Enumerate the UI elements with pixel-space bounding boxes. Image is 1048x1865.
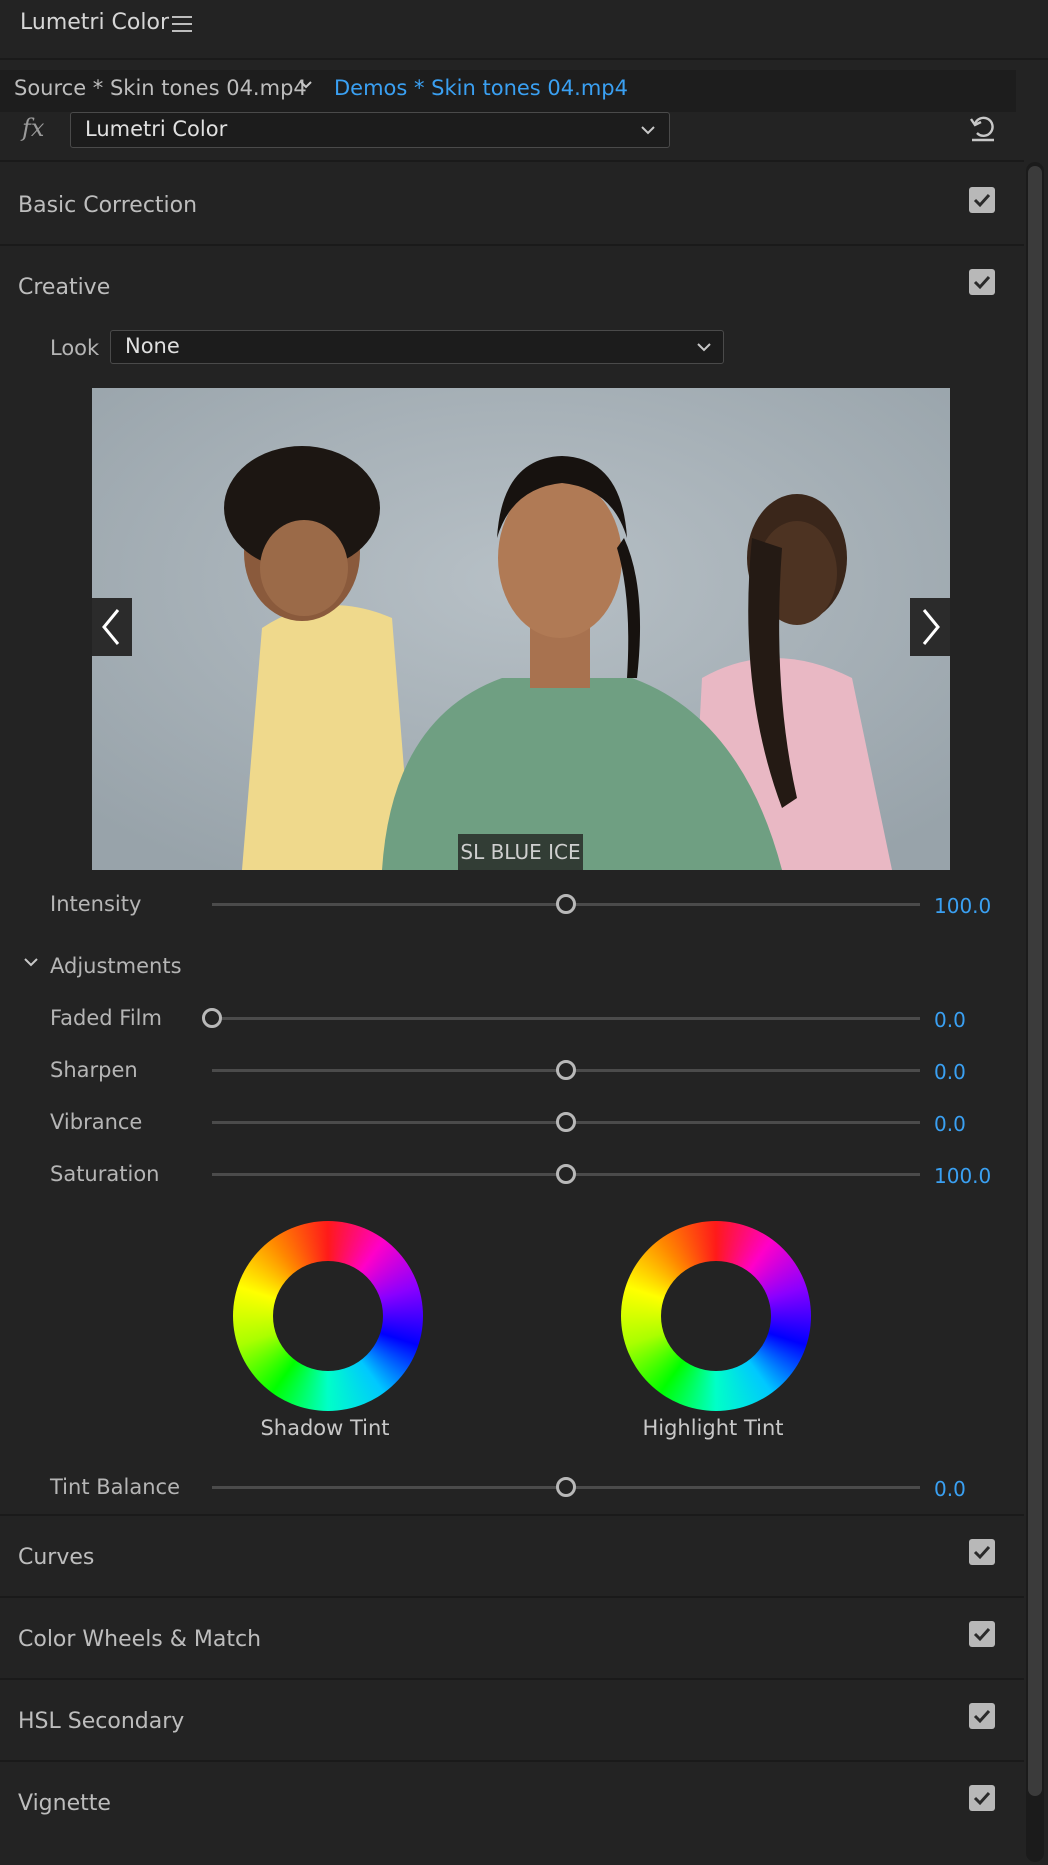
vignette-checkbox[interactable] <box>969 1785 995 1811</box>
vibrance-slider-thumb[interactable] <box>556 1112 576 1132</box>
chevron-down-icon[interactable] <box>297 76 315 94</box>
adjustments-toggle[interactable]: Adjustments <box>50 954 182 978</box>
saturation-value[interactable]: 100.0 <box>934 1164 991 1188</box>
scrollbar-thumb[interactable] <box>1028 166 1042 1796</box>
faded-film-slider-thumb[interactable] <box>202 1008 222 1028</box>
curves-checkbox[interactable] <box>969 1539 995 1565</box>
section-basic-correction[interactable]: Basic Correction <box>18 193 197 218</box>
sequence-clip-tab[interactable]: Demos * Skin tones 04.mp4 <box>334 76 628 100</box>
source-clip-tab[interactable]: Source * Skin tones 04.mp4 <box>14 76 307 100</box>
section-color-wheels[interactable]: Color Wheels & Match <box>18 1627 261 1652</box>
shadow-tint-label: Shadow Tint <box>260 1416 390 1440</box>
sharpen-label: Sharpen <box>50 1058 138 1082</box>
look-select-value: None <box>125 334 180 358</box>
intensity-slider-thumb[interactable] <box>556 894 576 914</box>
next-look-button[interactable] <box>910 598 950 656</box>
faded-film-label: Faded Film <box>50 1006 162 1030</box>
divider <box>0 1760 1024 1762</box>
intensity-label: Intensity <box>50 892 142 916</box>
intensity-value[interactable]: 100.0 <box>934 894 991 918</box>
faded-film-value[interactable]: 0.0 <box>934 1008 966 1032</box>
basic-correction-checkbox[interactable] <box>969 187 995 213</box>
tint-balance-slider-thumb[interactable] <box>556 1477 576 1497</box>
look-label: Look <box>50 336 100 360</box>
divider <box>0 244 1024 246</box>
divider <box>0 160 1024 162</box>
shadow-tint-wheel[interactable] <box>233 1221 423 1411</box>
saturation-slider-thumb[interactable] <box>556 1164 576 1184</box>
highlight-tint-label: Highlight Tint <box>642 1416 784 1440</box>
section-vignette[interactable]: Vignette <box>18 1791 111 1816</box>
hsl-secondary-checkbox[interactable] <box>969 1703 995 1729</box>
divider <box>0 1514 1024 1516</box>
previous-look-button[interactable] <box>92 598 132 656</box>
tint-balance-label: Tint Balance <box>50 1475 180 1499</box>
highlight-tint-wheel[interactable] <box>621 1221 811 1411</box>
fx-icon: fx <box>22 114 45 142</box>
chevron-down-icon <box>695 338 713 356</box>
divider <box>0 1678 1024 1680</box>
effect-select-value: Lumetri Color <box>85 117 228 141</box>
panel-menu-icon[interactable] <box>172 16 192 32</box>
saturation-label: Saturation <box>50 1162 160 1186</box>
vibrance-value[interactable]: 0.0 <box>934 1112 966 1136</box>
effect-select[interactable]: Lumetri Color <box>70 112 670 148</box>
creative-checkbox[interactable] <box>969 269 995 295</box>
vibrance-label: Vibrance <box>50 1110 143 1134</box>
tint-balance-value[interactable]: 0.0 <box>934 1477 966 1501</box>
chevron-down-icon <box>639 121 657 139</box>
reset-icon[interactable] <box>968 112 998 144</box>
color-wheels-checkbox[interactable] <box>969 1621 995 1647</box>
preview-look-name: SL BLUE ICE <box>458 834 583 870</box>
chevron-down-icon[interactable] <box>22 954 40 972</box>
sharpen-value[interactable]: 0.0 <box>934 1060 966 1084</box>
look-preview-image <box>92 388 950 870</box>
section-curves[interactable]: Curves <box>18 1545 94 1570</box>
sharpen-slider-thumb[interactable] <box>556 1060 576 1080</box>
panel-title: Lumetri Color <box>20 10 169 35</box>
divider <box>0 1596 1024 1598</box>
section-hsl-secondary[interactable]: HSL Secondary <box>18 1709 184 1734</box>
faded-film-slider-track[interactable] <box>212 1017 920 1020</box>
look-select[interactable]: None <box>110 330 724 364</box>
section-creative[interactable]: Creative <box>18 275 110 300</box>
